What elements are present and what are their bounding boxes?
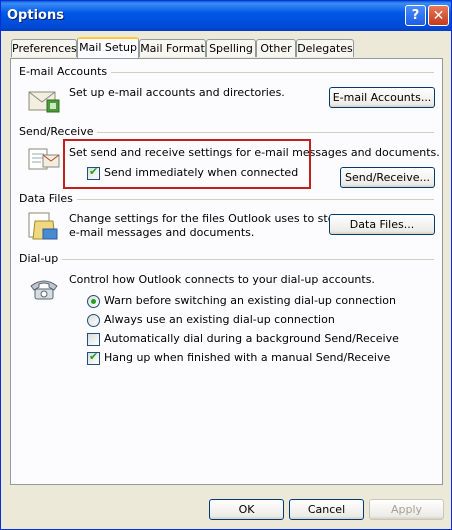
tab-mail-format[interactable]: Mail Format (139, 39, 206, 57)
always-use-existing-radio[interactable] (87, 314, 100, 327)
data-files-description-line1: Change settings for the files Outlook us… (69, 212, 346, 225)
mail-setup-panel: E-mail Accounts Set up e-mail accounts a… (10, 58, 443, 485)
section-divider (19, 259, 434, 260)
tab-delegates[interactable]: Delegates (296, 39, 354, 57)
always-use-existing-label[interactable]: Always use an existing dial-up connectio… (104, 313, 335, 326)
hang-up-checkbox[interactable] (87, 350, 100, 365)
ok-button[interactable]: OK (209, 499, 284, 520)
warn-before-switching-label[interactable]: Warn before switching an existing dial-u… (104, 294, 396, 307)
title-bar[interactable]: Options ? ✕ (1, 1, 451, 31)
warn-before-switching-radio[interactable] (87, 295, 100, 308)
data-files-heading: Data Files (19, 192, 77, 205)
send-receive-heading: Send/Receive (19, 125, 98, 138)
email-accounts-icon (28, 91, 60, 113)
email-accounts-button[interactable]: E-mail Accounts... (329, 87, 435, 108)
close-button[interactable]: ✕ (428, 5, 449, 26)
cancel-button[interactable]: Cancel (289, 499, 364, 520)
section-divider (19, 199, 434, 200)
dialup-heading: Dial-up (19, 252, 63, 265)
options-dialog: Options ? ✕ Preferences Mail Setup Mail … (0, 0, 452, 530)
send-receive-icon (28, 148, 60, 170)
data-files-icon (28, 212, 58, 240)
email-accounts-heading: E-mail Accounts (19, 65, 112, 78)
data-files-button[interactable]: Data Files... (329, 214, 435, 235)
window-title: Options (7, 8, 64, 23)
tab-preferences[interactable]: Preferences (11, 39, 77, 57)
tab-spelling[interactable]: Spelling (206, 39, 256, 57)
hang-up-label[interactable]: Hang up when finished with a manual Send… (104, 351, 390, 364)
auto-dial-label[interactable]: Automatically dial during a background S… (104, 332, 399, 345)
auto-dial-checkbox[interactable] (87, 333, 100, 346)
apply-button[interactable]: Apply (369, 499, 444, 520)
help-button[interactable]: ? (405, 5, 426, 26)
email-accounts-description: Set up e-mail accounts and directories. (69, 86, 285, 99)
send-receive-button[interactable]: Send/Receive... (340, 167, 435, 188)
data-files-description-line2: e-mail messages and documents. (69, 226, 255, 239)
telephone-icon (30, 280, 58, 300)
dialup-description: Control how Outlook connects to your dia… (69, 273, 375, 286)
tab-other[interactable]: Other (256, 39, 296, 57)
tab-mail-setup[interactable]: Mail Setup (77, 37, 139, 58)
send-receive-highlight-box (63, 139, 311, 189)
